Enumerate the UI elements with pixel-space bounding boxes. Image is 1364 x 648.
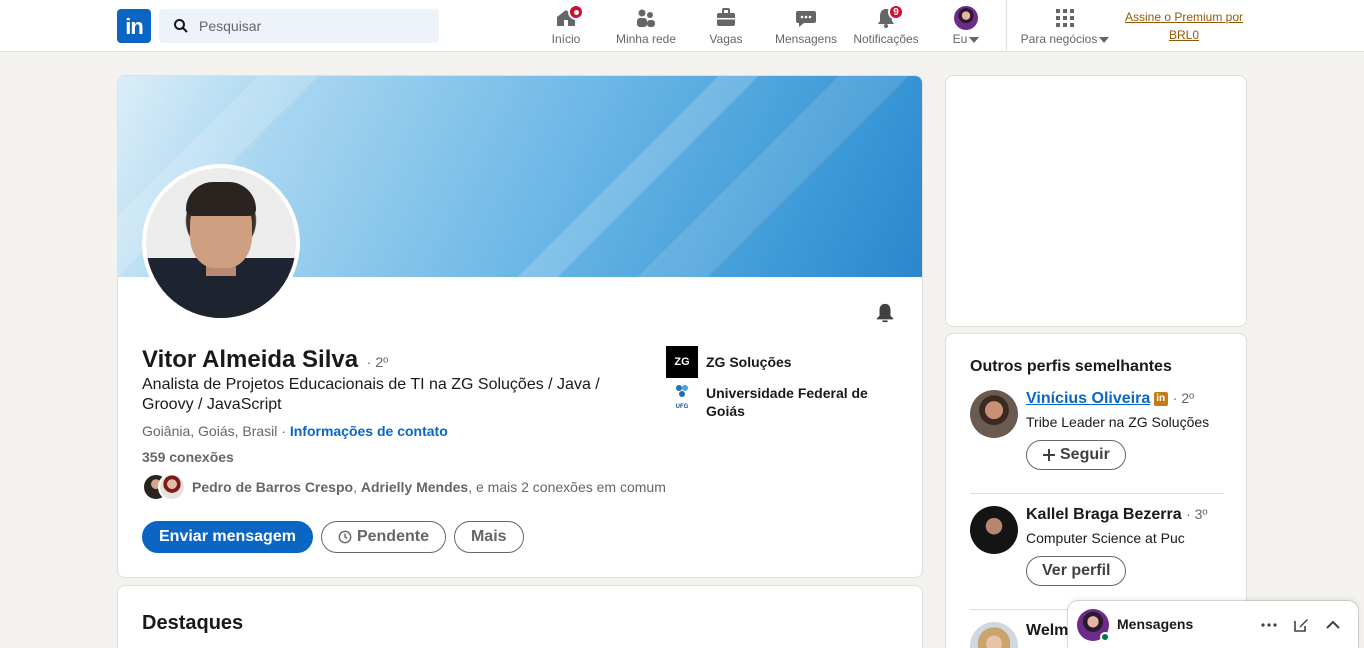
highlights-card: Destaques (117, 585, 923, 648)
top-navbar: in Início Minha rede Vagas Mensagens 9 N… (0, 0, 1364, 52)
contact-info-link[interactable]: Informações de contato (290, 423, 448, 439)
profile-headline: Computer Science at Puc (1026, 530, 1185, 546)
university-logo: UFG (666, 384, 698, 416)
mutual-avatar (158, 473, 186, 501)
location-text: Goiânia, Goiás, Brasil · (142, 423, 286, 439)
profile-headline: Tribe Leader na ZG Soluções (1026, 414, 1210, 430)
messaging-overlay[interactable]: Mensagens (1068, 601, 1358, 648)
nav-jobs-label: Vagas (709, 32, 743, 46)
search-icon (174, 19, 188, 33)
profile-name-link[interactable]: Vinícius Oliveira (1026, 390, 1150, 407)
nav-me-label: Eu (952, 32, 968, 46)
nav-jobs[interactable]: Vagas (706, 6, 746, 46)
mutual-name[interactable]: Pedro de Barros Crespo (192, 479, 353, 495)
profile-actions: Enviar mensagem Pendente Mais (142, 521, 524, 553)
profile-name-text: Vitor Almeida Silva (142, 346, 359, 373)
search-input[interactable] (199, 18, 419, 34)
follow-button[interactable]: Seguir (1026, 440, 1126, 470)
notification-count-badge: 9 (888, 4, 904, 20)
chevron-up-icon[interactable] (1323, 615, 1343, 635)
briefcase-icon (717, 8, 735, 26)
mutual-rest: , e mais 2 conexões em comum (468, 479, 666, 495)
mutual-separator: , (353, 479, 357, 495)
plus-icon (1043, 449, 1055, 461)
profile-avatar[interactable] (970, 390, 1018, 438)
university-logo-text: UFG (675, 404, 689, 410)
bell-icon[interactable] (874, 302, 896, 324)
profile-headline: Analista de Projetos Educacionais de TI … (142, 376, 600, 413)
profile-name-text[interactable]: Kallel Braga Bezerra (1026, 506, 1182, 523)
connection-degree: · 2º (1172, 390, 1195, 406)
grid-icon (1056, 9, 1074, 27)
pending-button[interactable]: Pendente (320, 521, 446, 553)
follow-label: Seguir (1060, 446, 1110, 463)
nav-notifications-label: Notificações (853, 32, 919, 46)
send-message-button[interactable]: Enviar mensagem (142, 521, 313, 553)
view-profile-button[interactable]: Ver perfil (1026, 556, 1127, 586)
connections-count[interactable]: 359 conexões (142, 449, 234, 465)
company-name: ZG Soluções (706, 354, 792, 370)
messaging-icon (796, 11, 816, 27)
nav-notifications[interactable]: 9 Notificações (850, 4, 922, 46)
user-avatar (954, 6, 978, 30)
nav-messaging[interactable]: Mensagens (774, 6, 838, 46)
current-company[interactable]: ZG ZG Soluções (666, 346, 792, 378)
connection-degree: · 3º (1186, 506, 1208, 522)
pending-label: Pendente (356, 528, 429, 545)
linkedin-logo[interactable]: in (117, 9, 151, 43)
connection-degree: · 2º (366, 354, 389, 370)
profile-photo[interactable] (142, 164, 300, 322)
compose-icon[interactable] (1291, 615, 1311, 635)
education[interactable]: UFG Universidade Federal de Goiás (666, 384, 886, 420)
highlights-title: Destaques (142, 612, 244, 634)
profile-avatar[interactable] (970, 622, 1018, 648)
nav-messaging-label: Mensagens (774, 32, 838, 46)
chevron-down-icon (969, 36, 980, 43)
premium-link[interactable]: Assine o Premium por BRL0 (1116, 8, 1252, 44)
mutual-connections[interactable]: Pedro de Barros Crespo, Adrielly Mendes,… (142, 473, 666, 501)
nav-business[interactable]: Para negócios (1018, 6, 1112, 46)
nav-business-label: Para negócios (1020, 32, 1098, 46)
chevron-down-icon (1099, 36, 1110, 43)
similar-profiles-title: Outros perfis semelhantes (970, 358, 1172, 375)
ad-panel (945, 75, 1247, 327)
mutual-name[interactable]: Adrielly Mendes (361, 479, 468, 495)
profile-card: Vitor Almeida Silva · 2º Analista de Pro… (117, 75, 923, 578)
nav-network-label: Minha rede (615, 32, 677, 46)
company-logo: ZG (666, 346, 698, 378)
ufg-icon (676, 385, 688, 397)
nav-divider (1006, 0, 1007, 52)
notification-dot (568, 4, 584, 20)
profile-avatar[interactable] (970, 506, 1018, 554)
profile-location: Goiânia, Goiás, Brasil · Informações de … (142, 423, 448, 439)
search-bar[interactable] (159, 9, 439, 43)
profile-name: Vitor Almeida Silva · 2º (142, 346, 388, 374)
clock-icon (338, 530, 352, 544)
messaging-title: Mensagens (1117, 616, 1194, 632)
nav-home[interactable]: Início (548, 4, 584, 46)
more-button[interactable]: Mais (453, 521, 524, 553)
nav-me[interactable]: Eu (948, 6, 984, 46)
divider (970, 493, 1224, 494)
premium-badge-icon (1154, 391, 1169, 406)
nav-home-label: Início (551, 32, 581, 46)
network-icon (637, 9, 655, 27)
online-status-indicator (1100, 632, 1110, 642)
more-options-icon[interactable] (1259, 615, 1279, 635)
university-name: Universidade Federal de Goiás (706, 385, 868, 419)
nav-network[interactable]: Minha rede (612, 6, 680, 46)
